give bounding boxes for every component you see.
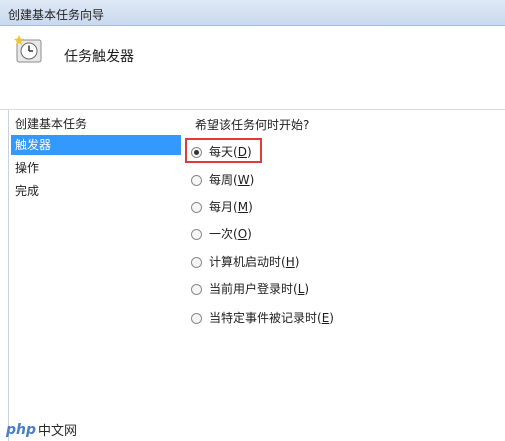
trigger-question: 希望该任务何时开始? [195, 118, 310, 132]
access-key: M [237, 200, 249, 214]
option-once[interactable]: 一次(O) [191, 224, 252, 244]
trigger-options-panel: 希望该任务何时开始? 每天(D) 每周(W) 每月(M) 一次(O) 计算机启动… [181, 110, 505, 441]
access-key: L [297, 282, 305, 296]
step-create-basic-task[interactable]: 创建基本任务 [11, 114, 181, 134]
step-finish[interactable]: 完成 [11, 181, 181, 201]
option-daily[interactable]: 每天(D) [191, 142, 252, 162]
radio-button[interactable] [191, 201, 202, 213]
title-bar: 创建基本任务向导 [0, 0, 505, 26]
option-label: 当前用户登录时 [209, 282, 294, 296]
watermark-logo: php [6, 421, 37, 438]
step-action[interactable]: 操作 [11, 158, 181, 178]
option-label: 每天 [209, 145, 234, 159]
wizard-header: 任务触发器 [0, 26, 505, 110]
wizard-steps: 创建基本任务 触发器 操作 完成 [8, 110, 181, 441]
radio-button[interactable] [191, 174, 202, 186]
option-at-logon[interactable]: 当前用户登录时(L) [191, 279, 309, 299]
option-weekly[interactable]: 每周(W) [191, 170, 254, 190]
clock-icon [14, 35, 42, 63]
option-label: 当特定事件被记录时 [209, 311, 318, 325]
watermark: php 中文网 [6, 420, 78, 440]
step-label: 触发器 [15, 138, 52, 152]
access-key: H [285, 255, 295, 269]
radio-button[interactable] [191, 256, 202, 268]
option-label: 每周 [209, 173, 234, 187]
option-monthly[interactable]: 每月(M) [191, 197, 253, 217]
option-at-startup[interactable]: 计算机启动时(H) [191, 252, 299, 272]
step-label: 操作 [15, 161, 40, 175]
radio-button[interactable] [191, 312, 202, 324]
watermark-text: 中文网 [38, 424, 78, 439]
radio-button[interactable] [191, 283, 202, 295]
access-key: O [237, 227, 248, 241]
radio-button-selected[interactable] [191, 146, 202, 158]
wizard-body: 创建基本任务 触发器 操作 完成 希望该任务何时开始? 每天(D) 每周(W) … [0, 110, 505, 441]
option-label: 一次 [209, 227, 234, 241]
step-label: 完成 [15, 184, 40, 198]
page-title: 任务触发器 [64, 49, 134, 65]
step-trigger[interactable]: 触发器 [11, 135, 181, 155]
option-label: 计算机启动时 [209, 255, 282, 269]
access-key: W [237, 173, 250, 187]
option-label: 每月 [209, 200, 234, 214]
radio-button[interactable] [191, 228, 202, 240]
window-title: 创建基本任务向导 [8, 8, 105, 22]
option-on-event[interactable]: 当特定事件被记录时(E) [191, 308, 334, 328]
step-label: 创建基本任务 [15, 117, 88, 131]
access-key: D [237, 145, 247, 159]
access-key: E [321, 311, 330, 325]
